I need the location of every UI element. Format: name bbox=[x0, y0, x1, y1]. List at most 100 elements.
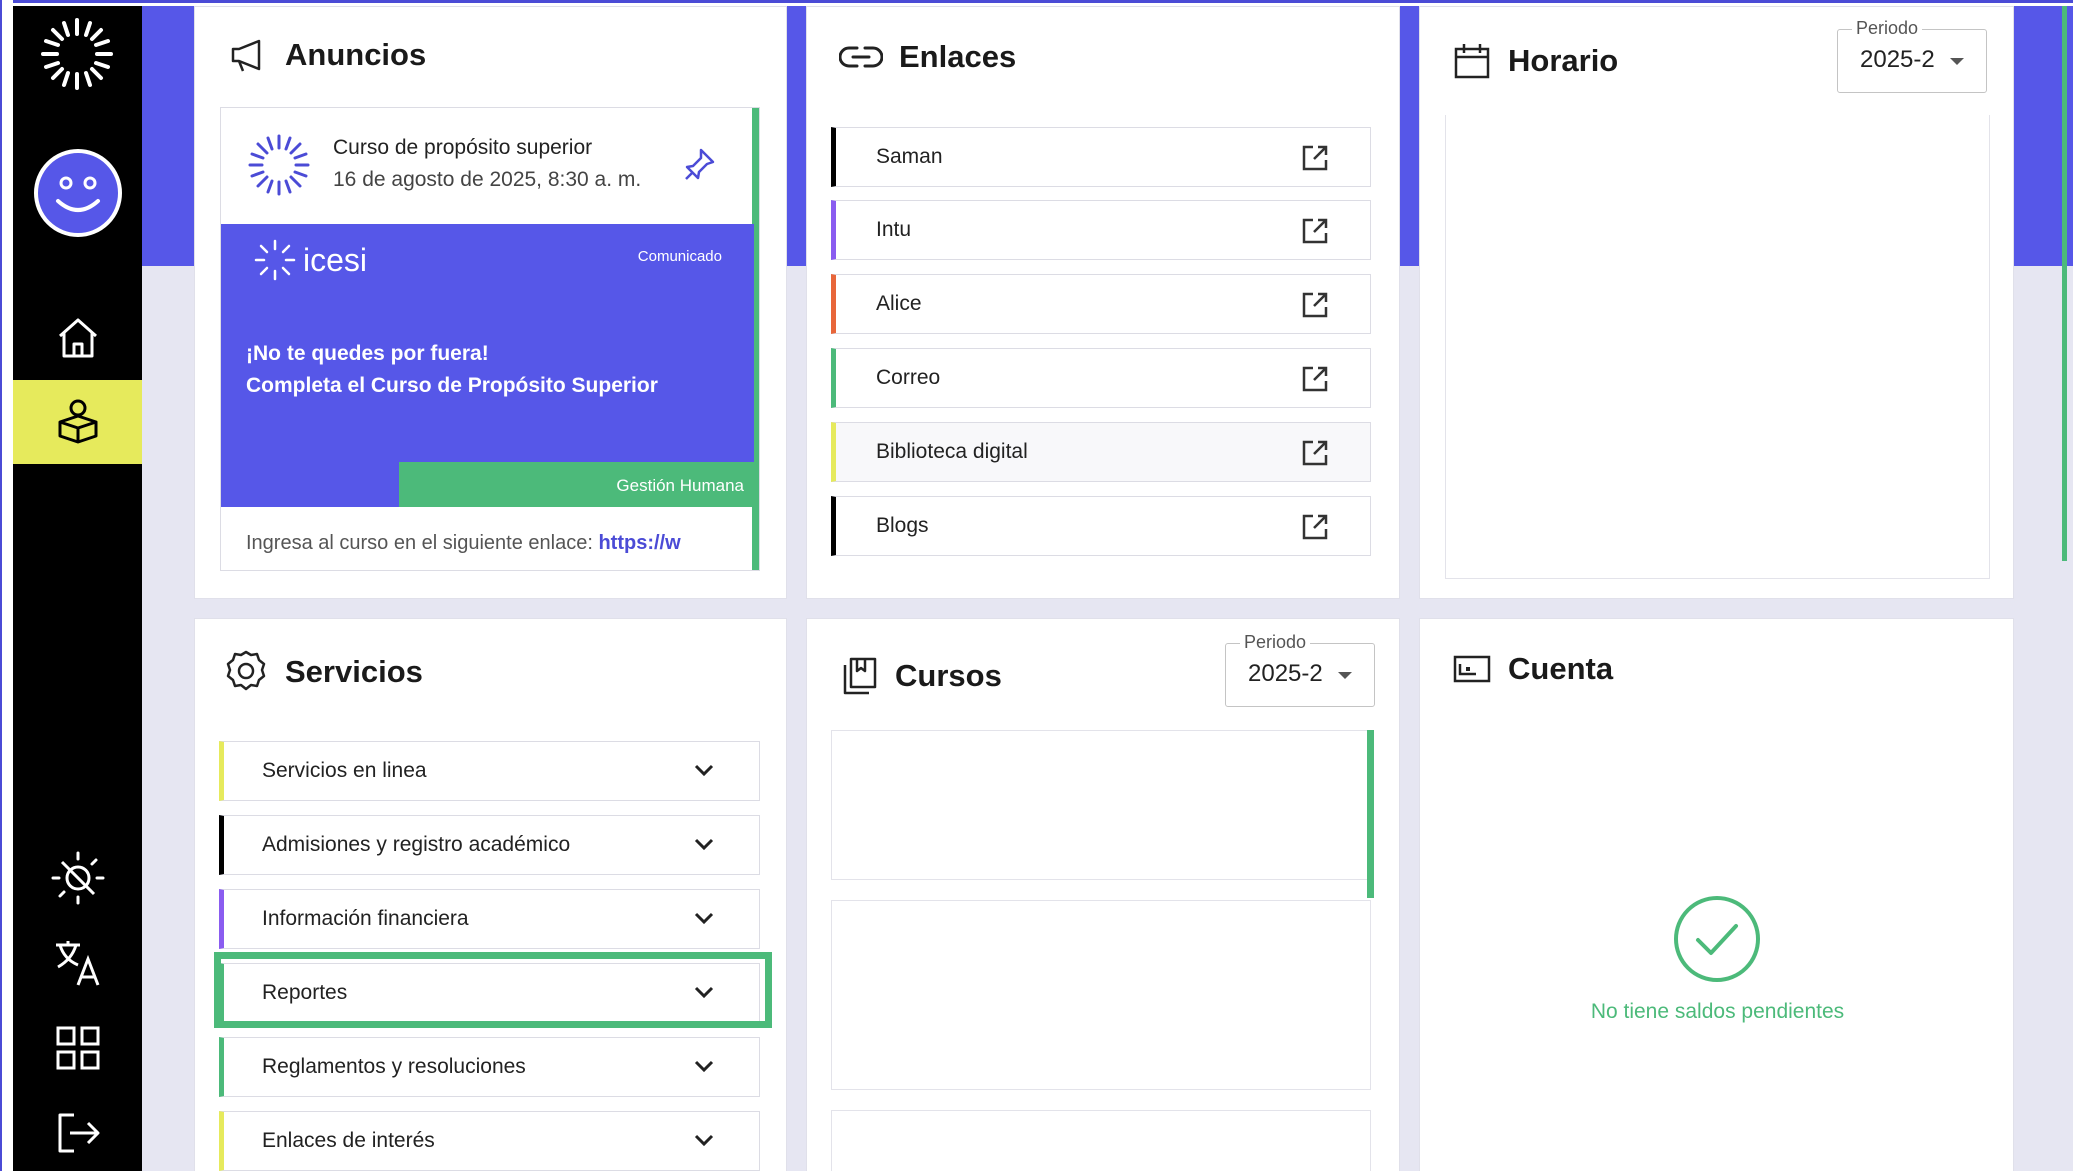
announcement-body: Ingresa al curso en el siguiente enlace:… bbox=[246, 532, 681, 555]
link-label: Correo bbox=[876, 366, 941, 389]
translate-icon bbox=[55, 941, 99, 986]
announcement-date: 16 de agosto de 2025, 8:30 a. m. bbox=[333, 168, 642, 191]
link-blogs[interactable]: Blogs bbox=[831, 496, 1371, 556]
service-reportes[interactable]: Reportes bbox=[219, 963, 760, 1023]
chevron-down-icon bbox=[1950, 58, 1964, 65]
banner-brand-text: icesi bbox=[303, 241, 368, 278]
service-informacion-financiera[interactable]: Información financiera bbox=[219, 889, 760, 949]
link-saman[interactable]: Saman bbox=[831, 127, 1371, 187]
service-label: Servicios en linea bbox=[262, 759, 427, 782]
course-item-placeholder bbox=[831, 730, 1371, 880]
courses-scrollbar[interactable] bbox=[1367, 730, 1374, 898]
link-label: Blogs bbox=[876, 514, 929, 537]
service-enlaces-de-interes[interactable]: Enlaces de interés bbox=[219, 1111, 760, 1171]
announcement-header: Curso de propósito superior 16 de agosto… bbox=[221, 108, 754, 224]
course-item-placeholder bbox=[831, 900, 1371, 1090]
icesi-sunburst-icon bbox=[248, 134, 310, 196]
banner-footer: Gestión Humana bbox=[399, 462, 754, 507]
link-icon bbox=[839, 46, 883, 68]
book-stack-icon bbox=[843, 657, 877, 695]
calendar-icon bbox=[1454, 44, 1490, 79]
account-title: Cuenta bbox=[1508, 651, 1614, 686]
announcements-title: Anuncios bbox=[285, 37, 427, 72]
services-card: Servicios Servicios en linea Admisiones … bbox=[194, 618, 787, 1171]
links-header: Enlaces bbox=[839, 39, 1016, 75]
home-icon bbox=[58, 318, 97, 358]
schedule-title: Horario bbox=[1508, 43, 1619, 78]
links-card: Enlaces Saman Intu Alice Correo Bibliote… bbox=[806, 6, 1400, 599]
schedule-period-select[interactable]: Periodo 2025-2 bbox=[1837, 18, 1987, 93]
sidebar bbox=[13, 6, 142, 1171]
announcement-link[interactable]: https://w bbox=[598, 532, 680, 554]
period-value: 2025-2 bbox=[1860, 46, 1935, 73]
link-alice[interactable]: Alice bbox=[831, 274, 1371, 334]
link-label: Biblioteca digital bbox=[876, 440, 1028, 463]
apps-grid-icon bbox=[56, 1026, 99, 1070]
external-link-icon bbox=[1302, 292, 1328, 318]
announcement-title: Curso de propósito superior bbox=[333, 136, 593, 159]
banner-tag: Comunicado bbox=[637, 248, 722, 265]
announcements-header: Anuncios bbox=[229, 37, 426, 73]
chevron-down-icon bbox=[694, 986, 714, 999]
banner-headline-2: Completa el Curso de Propósito Superior bbox=[246, 374, 658, 397]
chevron-down-icon bbox=[694, 1134, 714, 1147]
service-admisiones[interactable]: Admisiones y registro académico bbox=[219, 815, 760, 875]
link-biblioteca-digital[interactable]: Biblioteca digital bbox=[831, 422, 1371, 482]
external-link-icon bbox=[1302, 440, 1328, 466]
services-title: Servicios bbox=[285, 654, 423, 689]
service-label: Información financiera bbox=[262, 907, 469, 930]
account-status: No tiene saldos pendientes bbox=[1590, 1000, 1845, 1023]
schedule-card: Horario Periodo 2025-2 bbox=[1419, 6, 2014, 599]
check-circle-icon bbox=[1674, 896, 1760, 982]
sidebar-item-home[interactable] bbox=[13, 296, 142, 380]
external-link-icon bbox=[1302, 514, 1328, 540]
user-avatar[interactable] bbox=[34, 149, 122, 237]
link-intu[interactable]: Intu bbox=[831, 200, 1371, 260]
account-card: Cuenta No tiene saldos pendientes bbox=[1419, 618, 2014, 1171]
announcements-card: Anuncios Curso de propósito superior 16 … bbox=[194, 6, 787, 599]
service-reglamentos[interactable]: Reglamentos y resoluciones bbox=[219, 1037, 760, 1097]
service-label: Reportes bbox=[262, 981, 348, 1004]
sidebar-item-apps[interactable] bbox=[13, 1006, 142, 1090]
course-item-placeholder bbox=[831, 1110, 1371, 1171]
courses-card: Cursos Periodo 2025-2 bbox=[806, 618, 1400, 1171]
service-servicios-en-linea[interactable]: Servicios en linea bbox=[219, 741, 760, 801]
chevron-down-icon bbox=[1338, 672, 1352, 679]
chevron-down-icon bbox=[694, 838, 714, 851]
external-link-icon bbox=[1302, 218, 1328, 244]
service-label: Enlaces de interés bbox=[262, 1129, 435, 1152]
account-header: Cuenta bbox=[1452, 651, 1613, 687]
banner-headline-1: ¡No te quedes por fuera! bbox=[246, 342, 489, 365]
student-icon bbox=[58, 399, 97, 444]
chevron-down-icon bbox=[694, 1060, 714, 1073]
announcement-banner: icesi Comunicado ¡No te quedes por fuera… bbox=[221, 224, 754, 507]
megaphone-icon bbox=[231, 39, 261, 72]
sidebar-item-translate[interactable] bbox=[13, 921, 142, 1005]
announcement-item[interactable]: Curso de propósito superior 16 de agosto… bbox=[220, 107, 760, 571]
announcement-body-text: Ingresa al curso en el siguiente enlace: bbox=[246, 532, 599, 554]
period-value: 2025-2 bbox=[1248, 660, 1323, 687]
page-scrollbar[interactable] bbox=[2062, 6, 2067, 561]
external-link-icon bbox=[1302, 145, 1328, 171]
service-label: Reglamentos y resoluciones bbox=[262, 1055, 526, 1078]
links-title: Enlaces bbox=[899, 39, 1017, 74]
icesi-sunburst-icon bbox=[254, 239, 296, 281]
link-label: Alice bbox=[876, 292, 922, 315]
sidebar-item-theme[interactable] bbox=[13, 836, 142, 920]
banner-brand: icesi bbox=[253, 238, 367, 282]
link-label: Saman bbox=[876, 145, 943, 168]
external-link-icon bbox=[1302, 366, 1328, 392]
chevron-down-icon bbox=[694, 764, 714, 777]
sidebar-item-student[interactable] bbox=[13, 380, 142, 464]
window-left-border bbox=[0, 0, 13, 1171]
sidebar-item-logout[interactable] bbox=[13, 1091, 142, 1171]
pin-icon[interactable] bbox=[683, 146, 717, 182]
courses-title: Cursos bbox=[895, 658, 1002, 693]
services-header: Servicios bbox=[223, 649, 423, 695]
link-correo[interactable]: Correo bbox=[831, 348, 1371, 408]
service-label: Admisiones y registro académico bbox=[262, 833, 571, 856]
wallet-icon bbox=[1453, 655, 1491, 683]
period-label: Periodo bbox=[1852, 18, 1923, 39]
gear-icon bbox=[226, 650, 266, 691]
courses-period-select[interactable]: Periodo 2025-2 bbox=[1225, 632, 1375, 707]
